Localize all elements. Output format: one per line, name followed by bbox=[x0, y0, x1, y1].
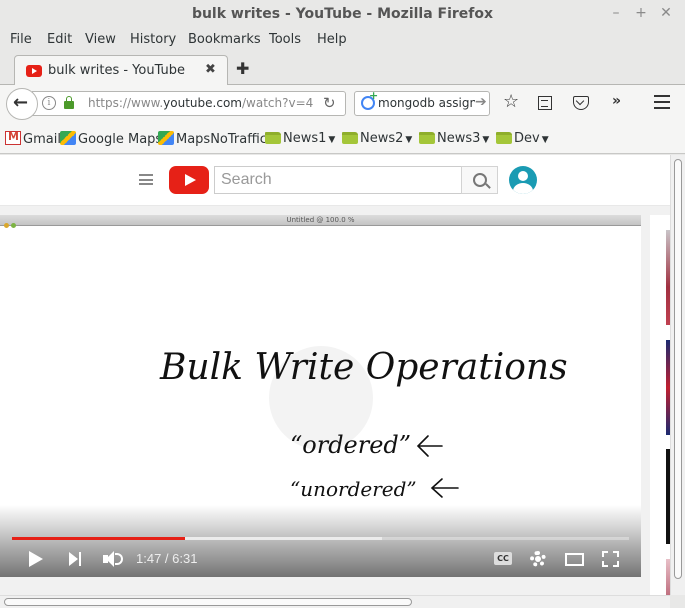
back-button[interactable] bbox=[6, 88, 38, 120]
volume-icon[interactable] bbox=[103, 550, 123, 568]
bookmark-folder-news3[interactable]: News3 ▼ bbox=[419, 131, 489, 146]
tab-title: bulk writes - YouTube bbox=[48, 63, 186, 78]
menu-file[interactable]: File bbox=[10, 32, 32, 47]
account-avatar[interactable] bbox=[509, 166, 537, 194]
dropdown-caret-icon: ▼ bbox=[541, 135, 549, 145]
bookmark-folder-dev[interactable]: Dev ▼ bbox=[496, 131, 549, 146]
bookmark-gmail[interactable]: Gmail bbox=[5, 130, 61, 147]
dropdown-caret-icon: ▼ bbox=[328, 135, 336, 145]
video-inner-window-title: Untitled @ 100.0 % bbox=[286, 216, 355, 224]
window-titlebar: bulk writes - YouTube - Mozilla Firefox … bbox=[0, 0, 685, 30]
progress-bar[interactable] bbox=[12, 537, 629, 540]
overflow-chevron-icon[interactable]: » bbox=[612, 93, 632, 113]
related-videos-column bbox=[650, 215, 670, 595]
bookmark-folder-news2[interactable]: News2 ▼ bbox=[342, 131, 412, 146]
horizontal-scroll-thumb[interactable] bbox=[4, 598, 412, 606]
search-go-arrow-icon[interactable]: ➔ bbox=[475, 94, 489, 110]
url-text[interactable]: https://www.youtube.com/watch?v=4 bbox=[88, 96, 313, 110]
folder-icon bbox=[419, 132, 435, 144]
menu-bookmarks[interactable]: Bookmarks bbox=[188, 32, 261, 47]
bookmarks-toolbar: Gmail Google Maps MapsNoTraffic News1▼ N… bbox=[0, 123, 685, 154]
folder-icon bbox=[265, 132, 281, 144]
search-bar[interactable]: mongodb assign ➔ bbox=[354, 91, 490, 116]
minimize-button[interactable]: – bbox=[607, 5, 625, 21]
site-info-icon[interactable]: i bbox=[42, 96, 56, 110]
dropdown-caret-icon: ▼ bbox=[482, 135, 490, 145]
tab-close-icon[interactable]: ✖ bbox=[205, 62, 216, 77]
gmail-icon bbox=[5, 130, 21, 145]
reading-list-icon[interactable] bbox=[536, 94, 556, 114]
menu-history[interactable]: History bbox=[130, 32, 176, 47]
new-tab-button[interactable]: ✚ bbox=[236, 59, 249, 78]
video-inner-window-titlebar: Untitled @ 100.0 % bbox=[0, 215, 641, 228]
youtube-guide-menu-icon[interactable] bbox=[139, 174, 153, 185]
search-query[interactable]: mongodb assign bbox=[378, 96, 477, 110]
video-heading: Bulk Write Operations bbox=[159, 347, 568, 388]
next-button[interactable] bbox=[69, 552, 83, 566]
maps-icon bbox=[60, 131, 76, 145]
captions-button[interactable]: CC bbox=[494, 552, 512, 565]
tab-strip: bulk writes - YouTube ✖ ✚ bbox=[0, 52, 685, 86]
menu-bar: File Edit View History Bookmarks Tools H… bbox=[0, 30, 685, 52]
reload-icon[interactable]: ↻ bbox=[323, 94, 336, 112]
url-domain: youtube.com bbox=[163, 96, 242, 110]
window-title: bulk writes - YouTube - Mozilla Firefox bbox=[191, 6, 494, 22]
video-item-ordered: “ordered” bbox=[290, 431, 411, 459]
youtube-logo-icon[interactable] bbox=[169, 166, 209, 194]
dropdown-caret-icon: ▼ bbox=[405, 135, 413, 145]
secure-lock-icon[interactable] bbox=[64, 96, 74, 109]
video-item-unordered: “unordered” bbox=[290, 477, 417, 501]
hamburger-menu-icon[interactable] bbox=[654, 95, 670, 109]
bookmark-folder-news1[interactable]: News1 ▼ bbox=[265, 131, 335, 146]
fullscreen-button[interactable] bbox=[602, 551, 619, 567]
tab-bulk-writes[interactable]: bulk writes - YouTube ✖ bbox=[14, 55, 228, 86]
folder-icon bbox=[496, 132, 512, 144]
video-player[interactable]: Untitled @ 100.0 % Bulk Write Operations… bbox=[0, 215, 641, 577]
close-window-button[interactable]: ✕ bbox=[657, 5, 675, 21]
youtube-favicon-icon bbox=[26, 65, 42, 77]
theater-mode-button[interactable] bbox=[565, 553, 584, 566]
web-content: Untitled @ 100.0 % Bulk Write Operations… bbox=[0, 155, 670, 595]
settings-gear-icon[interactable] bbox=[530, 551, 546, 567]
youtube-search-box[interactable] bbox=[214, 166, 462, 194]
vertical-scrollbar[interactable] bbox=[670, 155, 685, 595]
google-search-icon bbox=[361, 92, 378, 110]
arrow-ordered-icon bbox=[416, 435, 443, 457]
bookmark-mapsnotraffic[interactable]: MapsNoTraffic bbox=[158, 131, 267, 147]
youtube-search-button[interactable] bbox=[461, 166, 498, 194]
progress-played bbox=[12, 537, 185, 540]
youtube-search-input[interactable] bbox=[215, 167, 455, 193]
menu-help[interactable]: Help bbox=[317, 32, 347, 47]
navigation-toolbar: i https://www.youtube.com/watch?v=4 ↻ mo… bbox=[0, 85, 685, 123]
menu-edit[interactable]: Edit bbox=[47, 32, 72, 47]
maximize-button[interactable]: + bbox=[632, 5, 650, 21]
controls-gradient bbox=[0, 505, 641, 577]
arrow-unordered-icon bbox=[430, 478, 459, 498]
vertical-scroll-thumb[interactable] bbox=[674, 159, 682, 579]
pocket-icon[interactable] bbox=[572, 94, 592, 114]
menu-view[interactable]: View bbox=[85, 32, 116, 47]
url-bar[interactable]: i https://www.youtube.com/watch?v=4 ↻ bbox=[32, 91, 346, 116]
horizontal-scrollbar[interactable] bbox=[0, 595, 670, 608]
youtube-header bbox=[0, 155, 670, 206]
maps-icon bbox=[158, 131, 174, 145]
bookmark-google-maps[interactable]: Google Maps bbox=[60, 131, 162, 147]
folder-icon bbox=[342, 132, 358, 144]
menu-tools[interactable]: Tools bbox=[269, 32, 301, 47]
play-button[interactable] bbox=[29, 551, 43, 567]
time-display: 1:47 / 6:31 bbox=[136, 551, 198, 566]
bookmark-star-icon[interactable]: ☆ bbox=[503, 91, 523, 112]
